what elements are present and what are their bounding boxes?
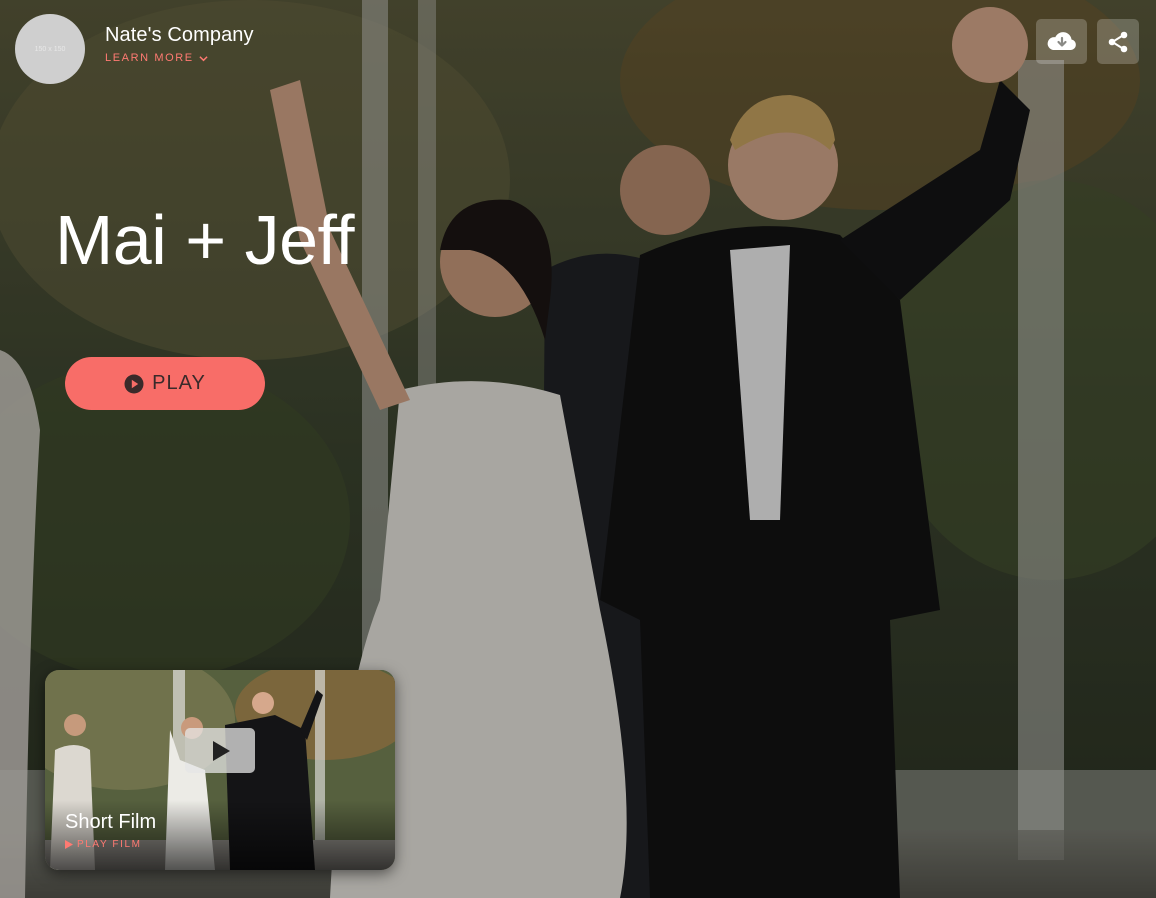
learn-more-label: LEARN MORE [105,52,194,64]
short-film-play-button[interactable] [185,728,255,773]
company-name: Nate's Company [105,24,254,46]
play-film-label: PLAY FILM [77,839,142,850]
download-button[interactable] [1036,19,1087,64]
short-film-title: Short Film [65,811,157,833]
company-logo[interactable]: 150 x 150 [15,14,85,84]
play-small-icon [65,840,73,849]
share-button[interactable] [1097,19,1139,64]
play-button-label: PLAY [152,372,206,394]
play-button[interactable]: PLAY [65,357,265,410]
share-icon [1108,31,1128,52]
logo-placeholder-text: 150 x 150 [34,45,66,53]
hero-stage: 150 x 150 Nate's Company LEARN MORE Mai … [0,0,1156,898]
play-icon [213,740,230,761]
short-film-card[interactable]: Short Film PLAY FILM [45,670,395,870]
cloud-download-icon [1047,31,1076,50]
chevron-down-icon [199,55,208,61]
play-circle-icon [124,374,144,393]
page-title: Mai + Jeff [55,201,355,279]
play-film-link[interactable]: PLAY FILM [65,839,142,850]
learn-more-link[interactable]: LEARN MORE [105,52,208,64]
